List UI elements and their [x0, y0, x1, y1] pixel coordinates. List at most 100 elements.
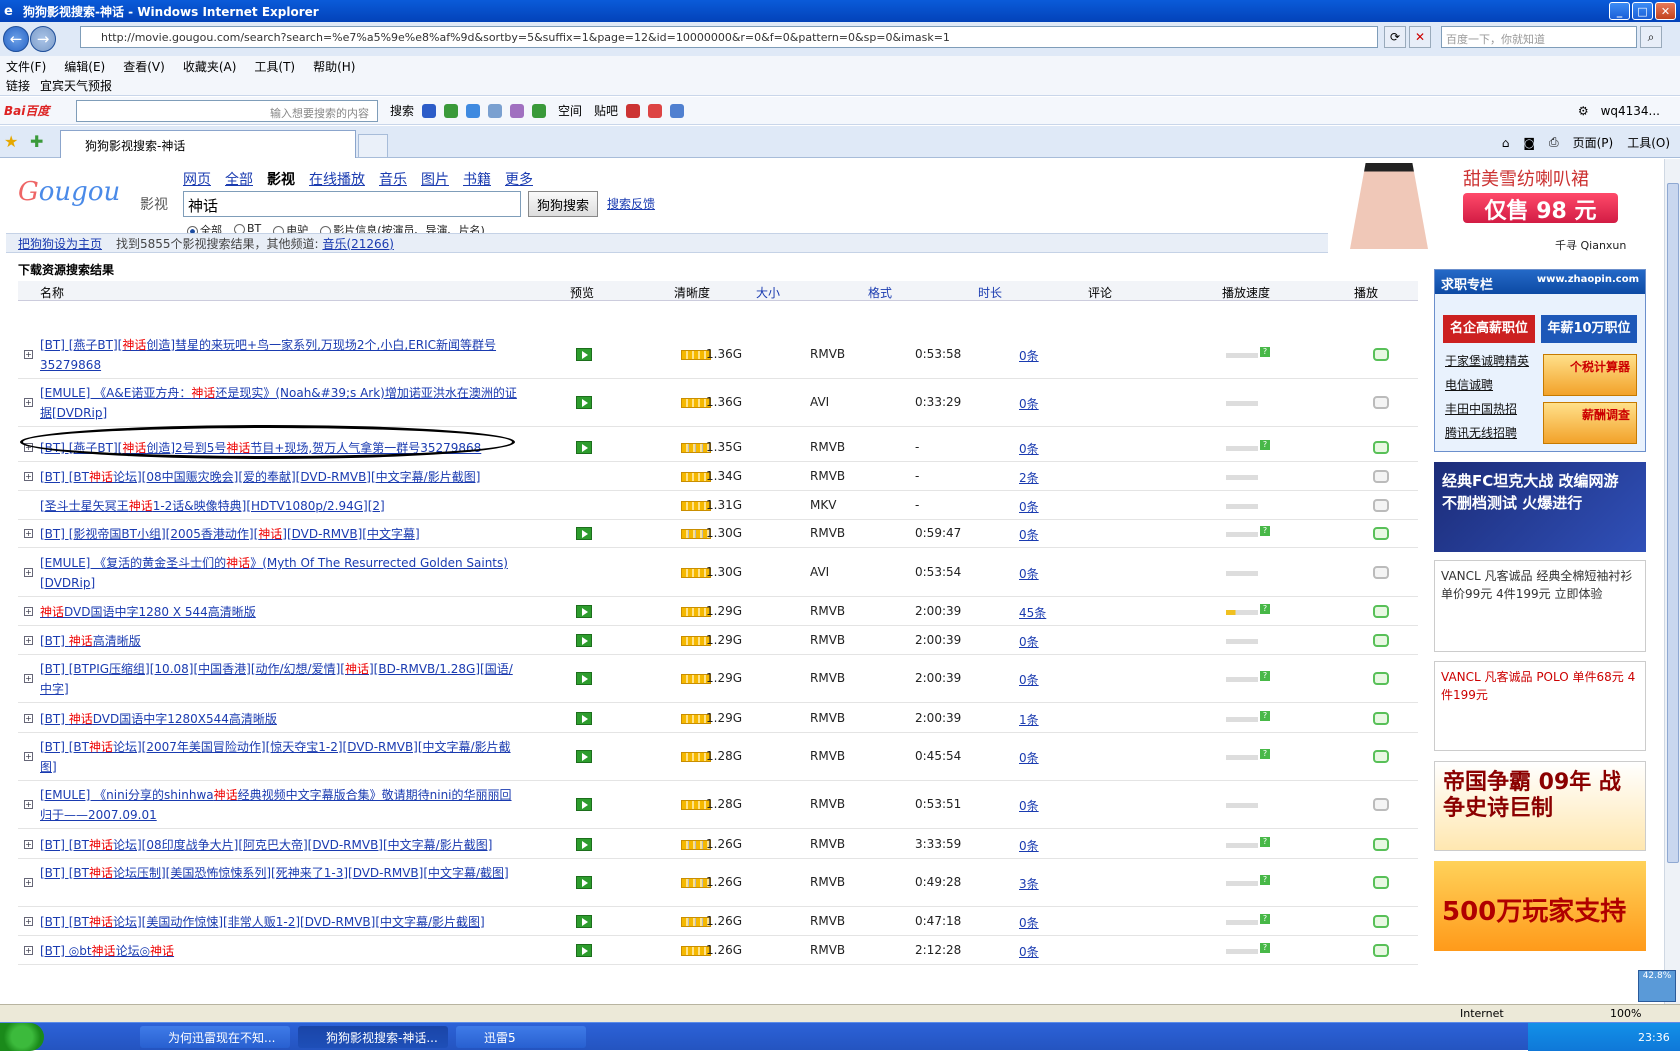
result-title-link[interactable]: [EMULE] 《nini分享的shinhwa神话经典视频中文字幕版合集》敬请期…: [40, 785, 518, 825]
preview-icon[interactable]: [576, 348, 592, 361]
pen-icon[interactable]: [670, 103, 685, 118]
zhaopin-link[interactable]: 于家堡诚聘精英: [1445, 352, 1529, 369]
play-tv-icon[interactable]: [1373, 498, 1389, 512]
preview-icon[interactable]: [576, 440, 592, 454]
chat-icon[interactable]: [488, 103, 503, 118]
preview-icon[interactable]: [576, 943, 592, 957]
browser-search-input[interactable]: 百度一下，你就知道: [1441, 26, 1637, 48]
play-tv-icon[interactable]: [1373, 469, 1389, 483]
result-title-link[interactable]: [BT] [BT神话论坛][美国动作惊悚][非常人贩1-2][DVD-RMVB]…: [40, 912, 518, 932]
play-tv-icon[interactable]: [1373, 672, 1389, 685]
preview-icon[interactable]: [576, 672, 592, 685]
play-tv-icon[interactable]: [1373, 604, 1389, 618]
tool-icon[interactable]: [648, 103, 663, 118]
menu-favorites[interactable]: 收藏夹(A): [183, 58, 237, 75]
comments-link[interactable]: 0条: [1019, 633, 1039, 650]
col-format[interactable]: 格式: [868, 284, 892, 301]
expand-icon[interactable]: +: [24, 945, 33, 955]
forward-button[interactable]: →: [30, 26, 56, 52]
preview-icon[interactable]: [576, 837, 592, 851]
channel-online[interactable]: 在线播放: [309, 169, 365, 189]
expand-icon[interactable]: +: [24, 635, 33, 645]
know-icon[interactable]: [444, 103, 459, 118]
result-title-link[interactable]: [BT] 神话DVD国语中字1280X544高清晰版: [40, 709, 518, 729]
translate-icon[interactable]: [510, 103, 525, 118]
col-size[interactable]: 大小: [756, 284, 780, 301]
preview-icon[interactable]: [576, 633, 592, 647]
tab-current[interactable]: 狗狗影视搜索-神话: [60, 130, 356, 158]
back-button[interactable]: ←: [3, 26, 29, 52]
result-title-link[interactable]: [EMULE] 《A&E诺亚方舟：神话还是现实》(Noah&#39;s Ark)…: [40, 383, 518, 423]
play-tv-icon[interactable]: [1373, 798, 1389, 811]
battle-city-banner[interactable]: 经典FC坦克大战 改编网游 不删档测试 火爆进行: [1434, 462, 1646, 552]
comments-link[interactable]: 0条: [1019, 347, 1039, 364]
result-title-link[interactable]: [BT] [BT神话论坛][08中国赈灾晚会][爱的奉献][DVD-RMVB][…: [40, 467, 518, 487]
expand-icon[interactable]: +: [24, 800, 33, 809]
expand-icon[interactable]: +: [24, 568, 33, 577]
preview-icon[interactable]: [576, 750, 592, 763]
expand-icon[interactable]: +: [24, 398, 33, 407]
vancl-polo-banner[interactable]: VANCL 凡客诚品 POLO 单件68元 4件199元: [1434, 661, 1646, 751]
refresh-button[interactable]: ⟳: [1384, 26, 1406, 48]
side-widget[interactable]: 42.8%: [1638, 970, 1676, 1002]
result-title-link[interactable]: [BT] [BT神话论坛][2007年美国冒险动作][惊天夺宝1-2][DVD-…: [40, 737, 518, 777]
maximize-button[interactable]: □: [1632, 2, 1653, 20]
speed-help-icon[interactable]: ?: [1260, 525, 1270, 536]
comments-link[interactable]: 0条: [1019, 526, 1039, 543]
speed-help-icon[interactable]: ?: [1260, 749, 1270, 759]
link-weather[interactable]: 宜宾天气预报: [40, 77, 112, 94]
search-input[interactable]: 神话: [183, 191, 521, 217]
channel-more[interactable]: 更多: [505, 169, 533, 189]
result-title-link[interactable]: [BT] [影视帝国BT小组][2005香港动作][神话][DVD-RMVB][…: [40, 524, 518, 544]
set-home-link[interactable]: 把狗狗设为主页: [18, 235, 102, 252]
menu-view[interactable]: 查看(V): [123, 58, 165, 75]
result-title-link[interactable]: [BT] [燕子BT][神话创造]彗星的来玩吧+鸟一家系列,万现场2个,小白,E…: [40, 335, 518, 375]
globe-icon[interactable]: [466, 103, 481, 118]
start-button[interactable]: [0, 1023, 44, 1051]
comments-link[interactable]: 2条: [1019, 469, 1039, 486]
expand-icon[interactable]: +: [24, 752, 33, 761]
close-button[interactable]: ✕: [1655, 2, 1676, 20]
speed-help-icon[interactable]: ?: [1260, 836, 1270, 847]
favorites-star-icon[interactable]: ★: [4, 132, 18, 151]
comments-link[interactable]: 0条: [1019, 440, 1039, 457]
baidu-search-button[interactable]: 搜索: [390, 102, 414, 119]
comments-link[interactable]: 45条: [1019, 604, 1046, 621]
task-xunlei[interactable]: 迅雷5: [456, 1026, 586, 1048]
vancl-shirt-banner[interactable]: VANCL 凡客诚品 经典全棉短袖衬衫 单价99元 4件199元 立即体验: [1434, 560, 1646, 652]
preview-icon[interactable]: [576, 914, 592, 928]
tax-calculator-tile[interactable]: 个税计算器: [1543, 354, 1637, 396]
comments-link[interactable]: 0条: [1019, 565, 1039, 582]
preview-icon[interactable]: [576, 711, 592, 725]
expand-icon[interactable]: +: [24, 350, 33, 359]
scroll-thumb[interactable]: [1667, 183, 1679, 863]
speed-help-icon[interactable]: ?: [1260, 913, 1270, 924]
comments-link[interactable]: 0条: [1019, 914, 1039, 931]
play-tv-icon[interactable]: [1373, 914, 1389, 928]
comments-link[interactable]: 0条: [1019, 749, 1039, 766]
comments-link[interactable]: 0条: [1019, 395, 1039, 412]
comments-link[interactable]: 0条: [1019, 671, 1039, 688]
speed-help-icon[interactable]: ?: [1260, 347, 1270, 357]
zoom-level[interactable]: 100%: [1610, 1007, 1641, 1020]
preview-icon[interactable]: [576, 798, 592, 811]
new-tab-button[interactable]: [358, 134, 388, 158]
expand-icon[interactable]: +: [24, 471, 33, 481]
empire-game-banner[interactable]: 帝国争霸 09年 战争史诗巨制: [1434, 761, 1646, 851]
zhaopin-btn-highpay[interactable]: 名企高薪职位: [1443, 315, 1535, 343]
expand-icon[interactable]: +: [24, 839, 33, 849]
url-field[interactable]: http://movie.gougou.com/search?search=%e…: [80, 26, 1378, 48]
channel-music[interactable]: 音乐: [379, 169, 407, 189]
channel-books[interactable]: 书籍: [463, 169, 491, 189]
baidu-search-input[interactable]: 输入想要搜索的内容: [76, 99, 378, 122]
print-icon[interactable]: ⎙: [1549, 135, 1559, 150]
result-title-link[interactable]: 神话DVD国语中字1280 X 544高清晰版: [40, 602, 518, 622]
play-tv-icon[interactable]: [1373, 837, 1389, 851]
expand-icon[interactable]: +: [24, 528, 33, 538]
comments-link[interactable]: 0条: [1019, 943, 1039, 960]
baidu-tieba-button[interactable]: 贴吧: [594, 102, 618, 119]
play-tv-icon[interactable]: [1373, 526, 1389, 540]
zhaopin-link[interactable]: 丰田中国热招: [1445, 400, 1529, 417]
comments-link[interactable]: 3条: [1019, 875, 1039, 892]
comments-link[interactable]: 0条: [1019, 797, 1039, 814]
